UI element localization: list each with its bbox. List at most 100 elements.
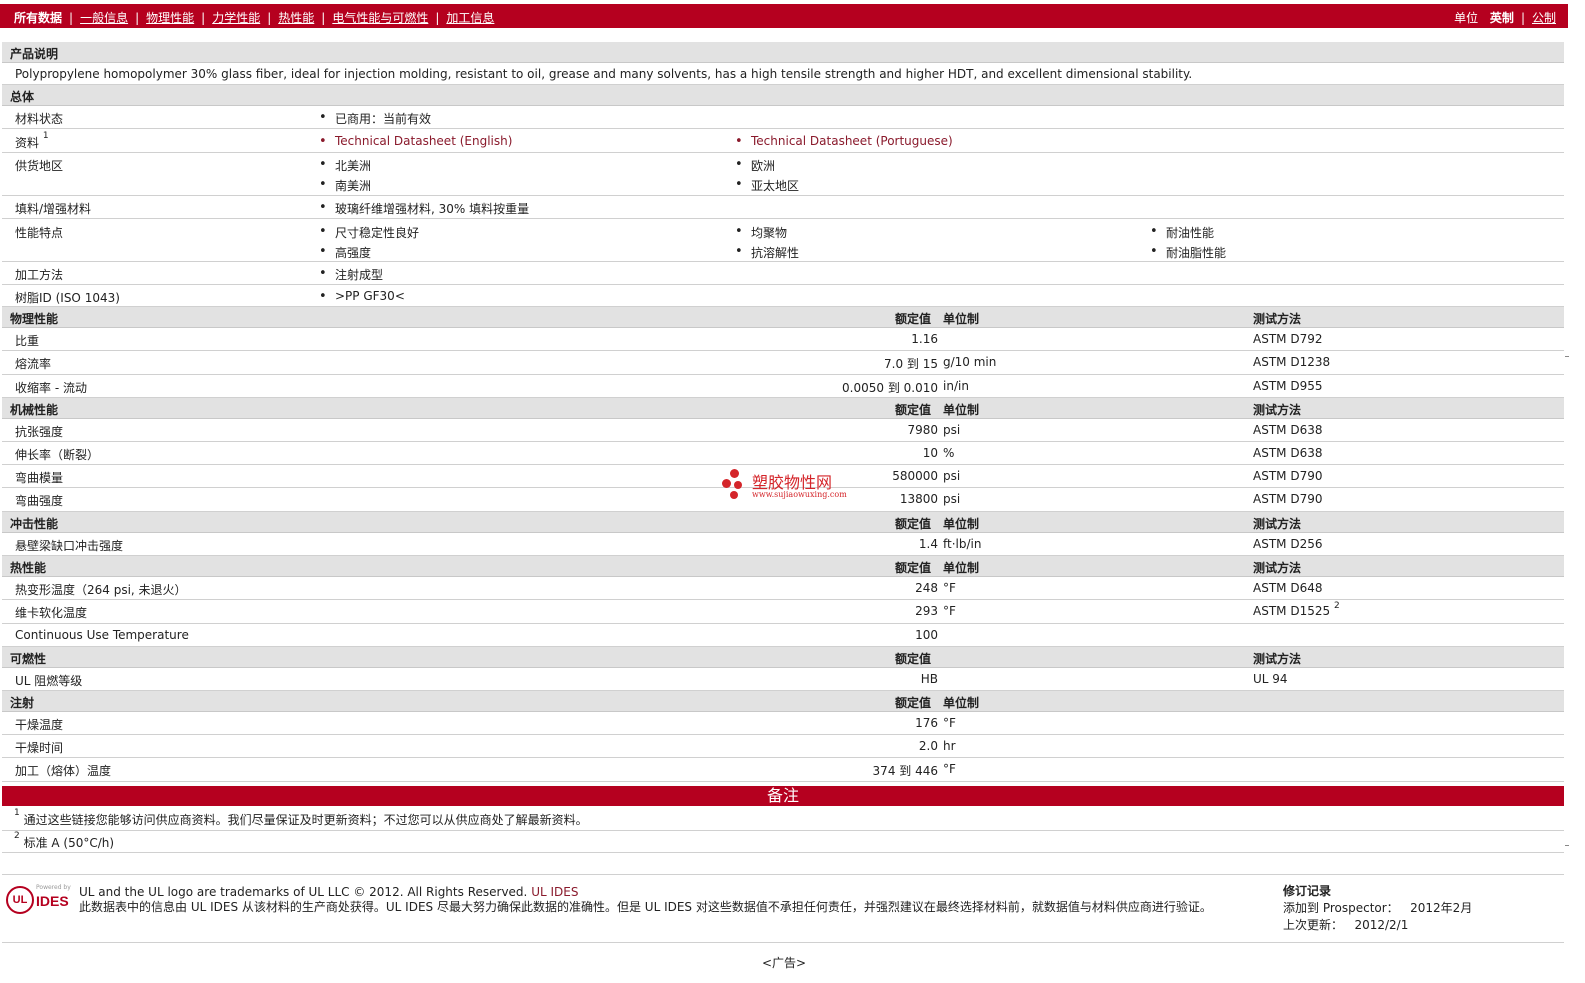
physical-rows: 比重 1.16 ASTM D792 熔流率 7.0 到 15 g/10 min ASTM D…: [2, 328, 1564, 398]
property-value: 374 到 446: [872, 764, 938, 778]
property-row: 收缩率 - 流动 0.0050 到 0.010 in/in ASTM D955: [2, 375, 1564, 398]
property-value: 7.0 到 15: [884, 357, 938, 371]
nav-processing[interactable]: 加工信息: [446, 11, 494, 25]
disclaimer-text: 此数据表中的信息由 UL IDES 从该材料的生产商处获得。UL IDES 尽最…: [79, 900, 1212, 914]
test-method-name: ASTM D638: [1253, 423, 1323, 437]
header-unit: 单位制: [943, 403, 980, 417]
units-label: 单位: [1454, 11, 1479, 25]
test-method-name: ASTM D790: [1253, 492, 1323, 506]
test-method: ASTM D638: [1253, 423, 1322, 437]
property-row: 干燥温度 176 °F: [2, 712, 1564, 735]
row-label: 树脂ID (ISO 1043): [15, 291, 120, 305]
test-method-name: UL 94: [1253, 672, 1288, 686]
property-unit: °F: [943, 604, 956, 618]
property-value: HB: [920, 672, 938, 686]
ul-logo-icon: UL: [6, 886, 34, 914]
nav-thermal[interactable]: 热性能: [278, 11, 314, 25]
property-name: 比重: [15, 334, 40, 348]
property-row: Continuous Use Temperature 100: [2, 624, 1564, 647]
row-label: 供货地区: [15, 159, 64, 173]
section-product-description: 产品说明: [2, 42, 1564, 63]
property-unit: ft·lb/in: [943, 537, 982, 551]
doc-link-portuguese[interactable]: Technical Datasheet (Portuguese): [735, 134, 953, 149]
property-unit: °F: [943, 716, 956, 730]
region-item: 欧洲: [735, 157, 775, 174]
updated-label: 上次更新：: [1283, 918, 1344, 932]
header-method: 测试方法: [1253, 312, 1302, 326]
note-2: 2 标准 A (50°C/h): [14, 831, 114, 851]
property-row: 比重 1.16 ASTM D792: [2, 328, 1564, 351]
process-value: 注射成型: [319, 266, 383, 283]
test-method: ASTM D1238: [1253, 355, 1330, 369]
row-features: 性能特点 尺寸稳定性良好 均聚物 耐油性能 高强度 抗溶解性 耐油脂性能: [2, 219, 1564, 262]
divider: [2, 830, 1564, 831]
property-value: 2.0: [918, 739, 938, 753]
property-row: 悬壁梁缺口冲击强度 1.4 ft·lb/in ASTM D256: [2, 533, 1564, 556]
watermark-dot: [734, 481, 742, 489]
test-method: ASTM D792: [1253, 332, 1322, 346]
property-name: 悬壁梁缺口冲击强度: [15, 539, 124, 553]
docs-label: 资料: [15, 136, 40, 150]
property-name: 弯曲强度: [15, 494, 64, 508]
section-title: 可燃性: [10, 652, 47, 666]
property-unit: in/in: [943, 379, 969, 393]
test-method: ASTM D1525 2: [1253, 601, 1340, 618]
feature-item: 耐油脂性能: [1150, 244, 1226, 261]
property-name: 干燥温度: [15, 718, 64, 732]
header-method: 测试方法: [1253, 652, 1302, 666]
watermark-dot: [730, 469, 739, 478]
unit-metric-link[interactable]: 公制: [1532, 11, 1556, 25]
section-nav: 所有数据 | 一般信息 | 物理性能 | 力学性能 | 热性能 | 电气性能与可燃性 | 加工信息 单位…: [0, 4, 1568, 28]
note-text: 通过这些链接您能够访问供应商资料。我们尽量保证及时更新资料；不过您可以从供应商处…: [23, 813, 588, 827]
header-nominal: 额定值: [895, 403, 932, 417]
test-method-name: ASTM D1525: [1253, 604, 1331, 618]
section-title: 机械性能: [10, 403, 59, 417]
property-row: 热变形温度（264 psi, 未退火） 248 °F ASTM D648: [2, 577, 1564, 600]
row-processing-method: 加工方法 注射成型: [2, 262, 1564, 285]
header-method: 测试方法: [1253, 517, 1302, 531]
powered-by-text: Powered by: [36, 884, 71, 891]
revision-title: 修订记录: [1283, 884, 1332, 898]
header-method: 测试方法: [1253, 403, 1302, 417]
ul-ides-logo: UL Powered by IDES: [6, 884, 71, 916]
feature-item: 尺寸稳定性良好: [319, 224, 419, 241]
nav-general-info[interactable]: 一般信息: [80, 11, 128, 25]
property-value: 7980: [907, 423, 938, 437]
section-title: 产品说明: [10, 47, 59, 61]
ad-placeholder: <广告>: [761, 956, 807, 970]
property-unit: psi: [943, 469, 961, 483]
test-method: ASTM D790: [1253, 469, 1322, 483]
divider: [2, 874, 1564, 875]
row-regions: 供货地区 北美洲 欧洲 南美洲 亚太地区: [2, 153, 1564, 196]
property-row: 抗张强度 7980 psi ASTM D638: [2, 419, 1564, 442]
nav-mechanical[interactable]: 力学性能: [212, 11, 260, 25]
nav-physical[interactable]: 物理性能: [146, 11, 194, 25]
doc-link-english[interactable]: Technical Datasheet (English): [319, 134, 512, 149]
feature-item: 耐油性能: [1150, 224, 1214, 241]
test-method: ASTM D256: [1253, 537, 1322, 551]
test-method-name: ASTM D1238: [1253, 355, 1331, 369]
footer-disclaimer: UL and the UL logo are trademarks of UL …: [79, 885, 1269, 915]
header-nominal: 额定值: [895, 696, 932, 710]
test-method: UL 94: [1253, 672, 1288, 686]
property-unit: hr: [943, 739, 956, 753]
property-name: 干燥时间: [15, 741, 64, 755]
resin-value: >PP GF30<: [319, 289, 405, 304]
row-filler: 填料/增强材料 玻璃纤维增强材料, 30% 填料按重量: [2, 196, 1564, 219]
watermark-dot: [722, 479, 731, 488]
row-label: 填料/增强材料: [15, 202, 92, 216]
row-material-status: 材料状态 已商用：当前有效: [2, 106, 1564, 129]
ul-ides-link[interactable]: UL IDES: [531, 885, 578, 899]
nav-electrical-flammability[interactable]: 电气性能与可燃性: [332, 11, 428, 25]
property-value: 1.16: [911, 332, 938, 346]
property-unit: psi: [943, 492, 961, 506]
header-unit: 单位制: [943, 561, 980, 575]
property-name: 弯曲模量: [15, 471, 64, 485]
test-method: ASTM D790: [1253, 492, 1322, 506]
feature-item: 均聚物: [735, 224, 787, 241]
row-resin-id: 树脂ID (ISO 1043) >PP GF30<: [2, 285, 1564, 307]
section-title: 物理性能: [10, 312, 59, 326]
footnote-number: 1: [14, 808, 20, 818]
row-documents: 资料 1 Technical Datasheet (English) Techn…: [2, 129, 1564, 153]
nav-all-data[interactable]: 所有数据: [14, 11, 62, 25]
